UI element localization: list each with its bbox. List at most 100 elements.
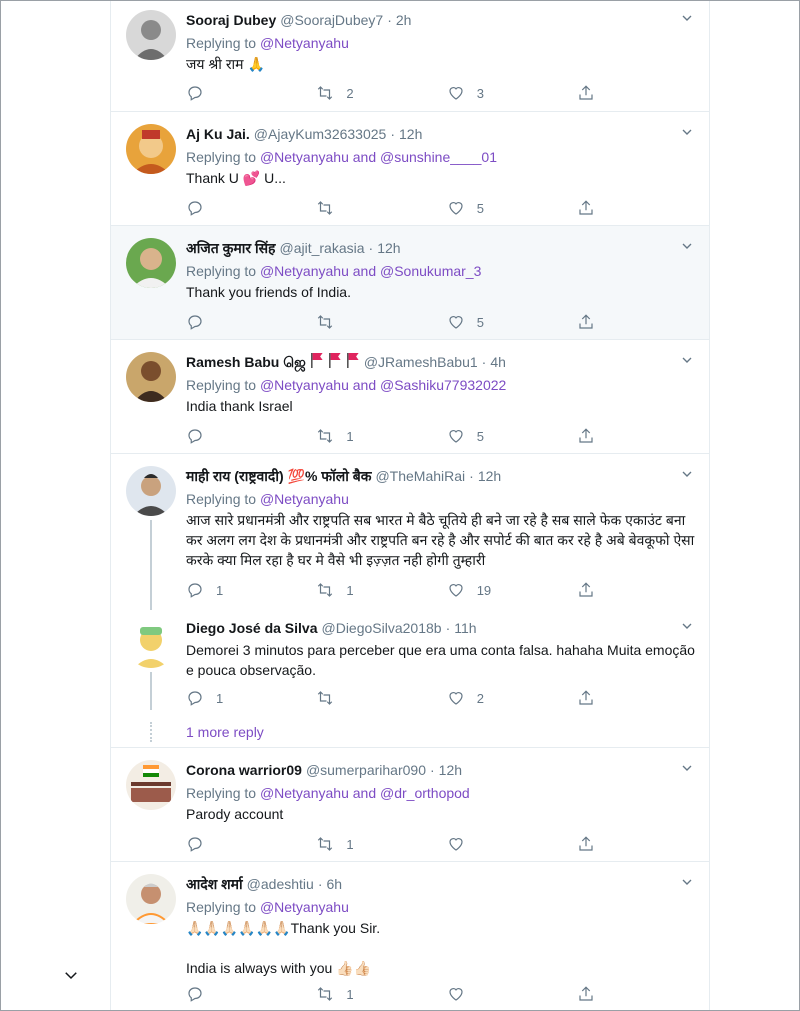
chevron-down-icon[interactable]	[679, 874, 695, 890]
display-name[interactable]: अजित कुमार सिंह	[186, 238, 275, 258]
chevron-down-icon[interactable]	[679, 238, 695, 254]
timestamp[interactable]: 12h	[478, 466, 501, 486]
reply-mention-link[interactable]: @Netyanyahu and @Sashiku77932022	[260, 377, 506, 393]
tweet[interactable]: Corona warrior09 @sumerparihar090 · 12h …	[111, 748, 709, 862]
timestamp[interactable]: 12h	[399, 124, 422, 144]
tweet[interactable]: अजित कुमार सिंह @ajit_rakasia · 12h Repl…	[111, 226, 709, 340]
reply-button[interactable]	[186, 312, 316, 332]
reply-mention-link[interactable]: @Netyanyahu	[260, 491, 349, 507]
retweet-icon	[318, 583, 333, 597]
timestamp[interactable]: 2h	[396, 10, 412, 30]
reply-button[interactable]	[186, 426, 316, 446]
separator-dot: ·	[429, 762, 435, 778]
avatar[interactable]	[126, 760, 176, 810]
chevron-down-icon[interactable]	[679, 124, 695, 140]
timestamp[interactable]: 4h	[490, 352, 506, 372]
reply-mention-link[interactable]: @Netyanyahu and @Sonukumar_3	[260, 263, 481, 279]
avatar[interactable]	[126, 352, 176, 402]
reply-timeline: Sooraj Dubey @SoorajDubey7 · 2h Replying…	[110, 0, 710, 1011]
chevron-down-icon[interactable]	[679, 466, 695, 482]
user-handle[interactable]: @AjayKum32633025	[254, 124, 387, 144]
tweet[interactable]: माही राय (राष्ट्रवादी) 💯% फॉलो बैक @TheM…	[186, 466, 695, 570]
retweet-icon	[318, 315, 333, 329]
user-handle[interactable]: @SoorajDubey7	[280, 10, 383, 30]
display-name[interactable]: Aj Ku Jai.	[186, 124, 250, 144]
avatar[interactable]	[126, 466, 176, 516]
like-button[interactable]: 5	[447, 312, 577, 332]
like-button[interactable]: 5	[447, 198, 577, 218]
reply-mention-link[interactable]: @Netyanyahu	[260, 35, 349, 51]
user-handle[interactable]: @TheMahiRai	[375, 466, 465, 486]
reply-icon	[188, 691, 202, 706]
like-button[interactable]: 19	[447, 580, 577, 600]
tweet[interactable]: आदेश शर्मा @adeshtiu · 6h Replying to @N…	[111, 862, 709, 1011]
tweet-text: जय श्री राम 🙏	[186, 56, 265, 72]
replying-to: Replying to @Netyanyahu and @Sonukumar_3	[186, 263, 482, 279]
display-name[interactable]: Sooraj Dubey	[186, 10, 276, 30]
display-name[interactable]: आदेश शर्मा	[186, 874, 243, 894]
chevron-down-icon[interactable]	[679, 10, 695, 26]
display-name[interactable]: Diego José da Silva	[186, 618, 318, 638]
like-button[interactable]	[447, 984, 577, 1004]
retweet-button[interactable]	[316, 688, 446, 708]
reply-button[interactable]: 1	[186, 688, 316, 708]
retweet-button[interactable]: 2	[316, 83, 446, 103]
display-name[interactable]: Ramesh Babu ஜெ	[186, 352, 306, 372]
share-button[interactable]	[577, 580, 606, 600]
timestamp[interactable]: 12h	[439, 760, 462, 780]
tweet[interactable]: Diego José da Silva @DiegoSilva2018b · 1…	[186, 618, 695, 680]
reply-mention-link[interactable]: @Netyanyahu and @sunshine____01	[260, 149, 497, 165]
like-button[interactable]: 2	[447, 688, 577, 708]
avatar[interactable]	[126, 618, 176, 668]
chevron-down-icon[interactable]	[679, 352, 695, 368]
like-button[interactable]: 3	[447, 83, 577, 103]
timestamp[interactable]: 6h	[327, 874, 343, 894]
heart-icon	[449, 692, 463, 705]
retweet-button[interactable]: 1	[316, 984, 446, 1004]
share-icon	[579, 986, 593, 1001]
share-button[interactable]	[577, 83, 606, 103]
user-handle[interactable]: @DiegoSilva2018b	[322, 618, 442, 638]
avatar[interactable]	[126, 124, 176, 174]
tweet[interactable]: Aj Ku Jai. @AjayKum32633025 · 12h Replyi…	[111, 112, 709, 226]
user-handle[interactable]: @sumerparihar090	[306, 760, 426, 780]
reply-button[interactable]	[186, 834, 316, 854]
display-name[interactable]: माही राय (राष्ट्रवादी) 💯% फॉलो बैक	[186, 466, 371, 486]
retweet-button[interactable]: 1	[316, 580, 446, 600]
retweet-button[interactable]: 1	[316, 834, 446, 854]
retweet-button[interactable]	[316, 198, 446, 218]
share-button[interactable]	[577, 834, 606, 854]
retweet-button[interactable]: 1	[316, 426, 446, 446]
right-gutter	[710, 0, 800, 1011]
user-handle[interactable]: @JRameshBabu1	[364, 352, 478, 372]
retweet-button[interactable]	[316, 312, 446, 332]
reply-mention-link[interactable]: @Netyanyahu	[260, 899, 349, 915]
share-button[interactable]	[577, 426, 606, 446]
user-handle[interactable]: @ajit_rakasia	[279, 238, 364, 258]
reply-button[interactable]	[186, 83, 316, 103]
chevron-down-icon[interactable]	[679, 618, 695, 634]
like-button[interactable]: 5	[447, 426, 577, 446]
chevron-down-icon[interactable]	[62, 966, 80, 984]
user-handle[interactable]: @adeshtiu	[247, 874, 314, 894]
timestamp[interactable]: 11h	[454, 618, 476, 638]
tweet[interactable]: Ramesh Babu ஜெ @JRameshBabu1 · 4h Replyi…	[111, 340, 709, 454]
like-button[interactable]	[447, 834, 577, 854]
share-button[interactable]	[577, 688, 606, 708]
avatar[interactable]	[126, 10, 176, 60]
show-more-replies-link[interactable]: 1 more reply	[186, 724, 264, 740]
reply-mention-link[interactable]: @Netyanyahu and @dr_orthopod	[260, 785, 470, 801]
share-button[interactable]	[577, 312, 606, 332]
chevron-down-icon[interactable]	[679, 760, 695, 776]
timestamp[interactable]: 12h	[377, 238, 400, 258]
reply-button[interactable]	[186, 984, 316, 1004]
display-name[interactable]: Corona warrior09	[186, 760, 302, 780]
reply-button[interactable]	[186, 198, 316, 218]
share-button[interactable]	[577, 198, 606, 218]
avatar[interactable]	[126, 238, 176, 288]
share-button[interactable]	[577, 984, 606, 1004]
avatar[interactable]	[126, 874, 176, 924]
separator-dot: ·	[387, 12, 392, 28]
reply-button[interactable]: 1	[186, 580, 316, 600]
tweet[interactable]: Sooraj Dubey @SoorajDubey7 · 2h Replying…	[111, 0, 709, 112]
